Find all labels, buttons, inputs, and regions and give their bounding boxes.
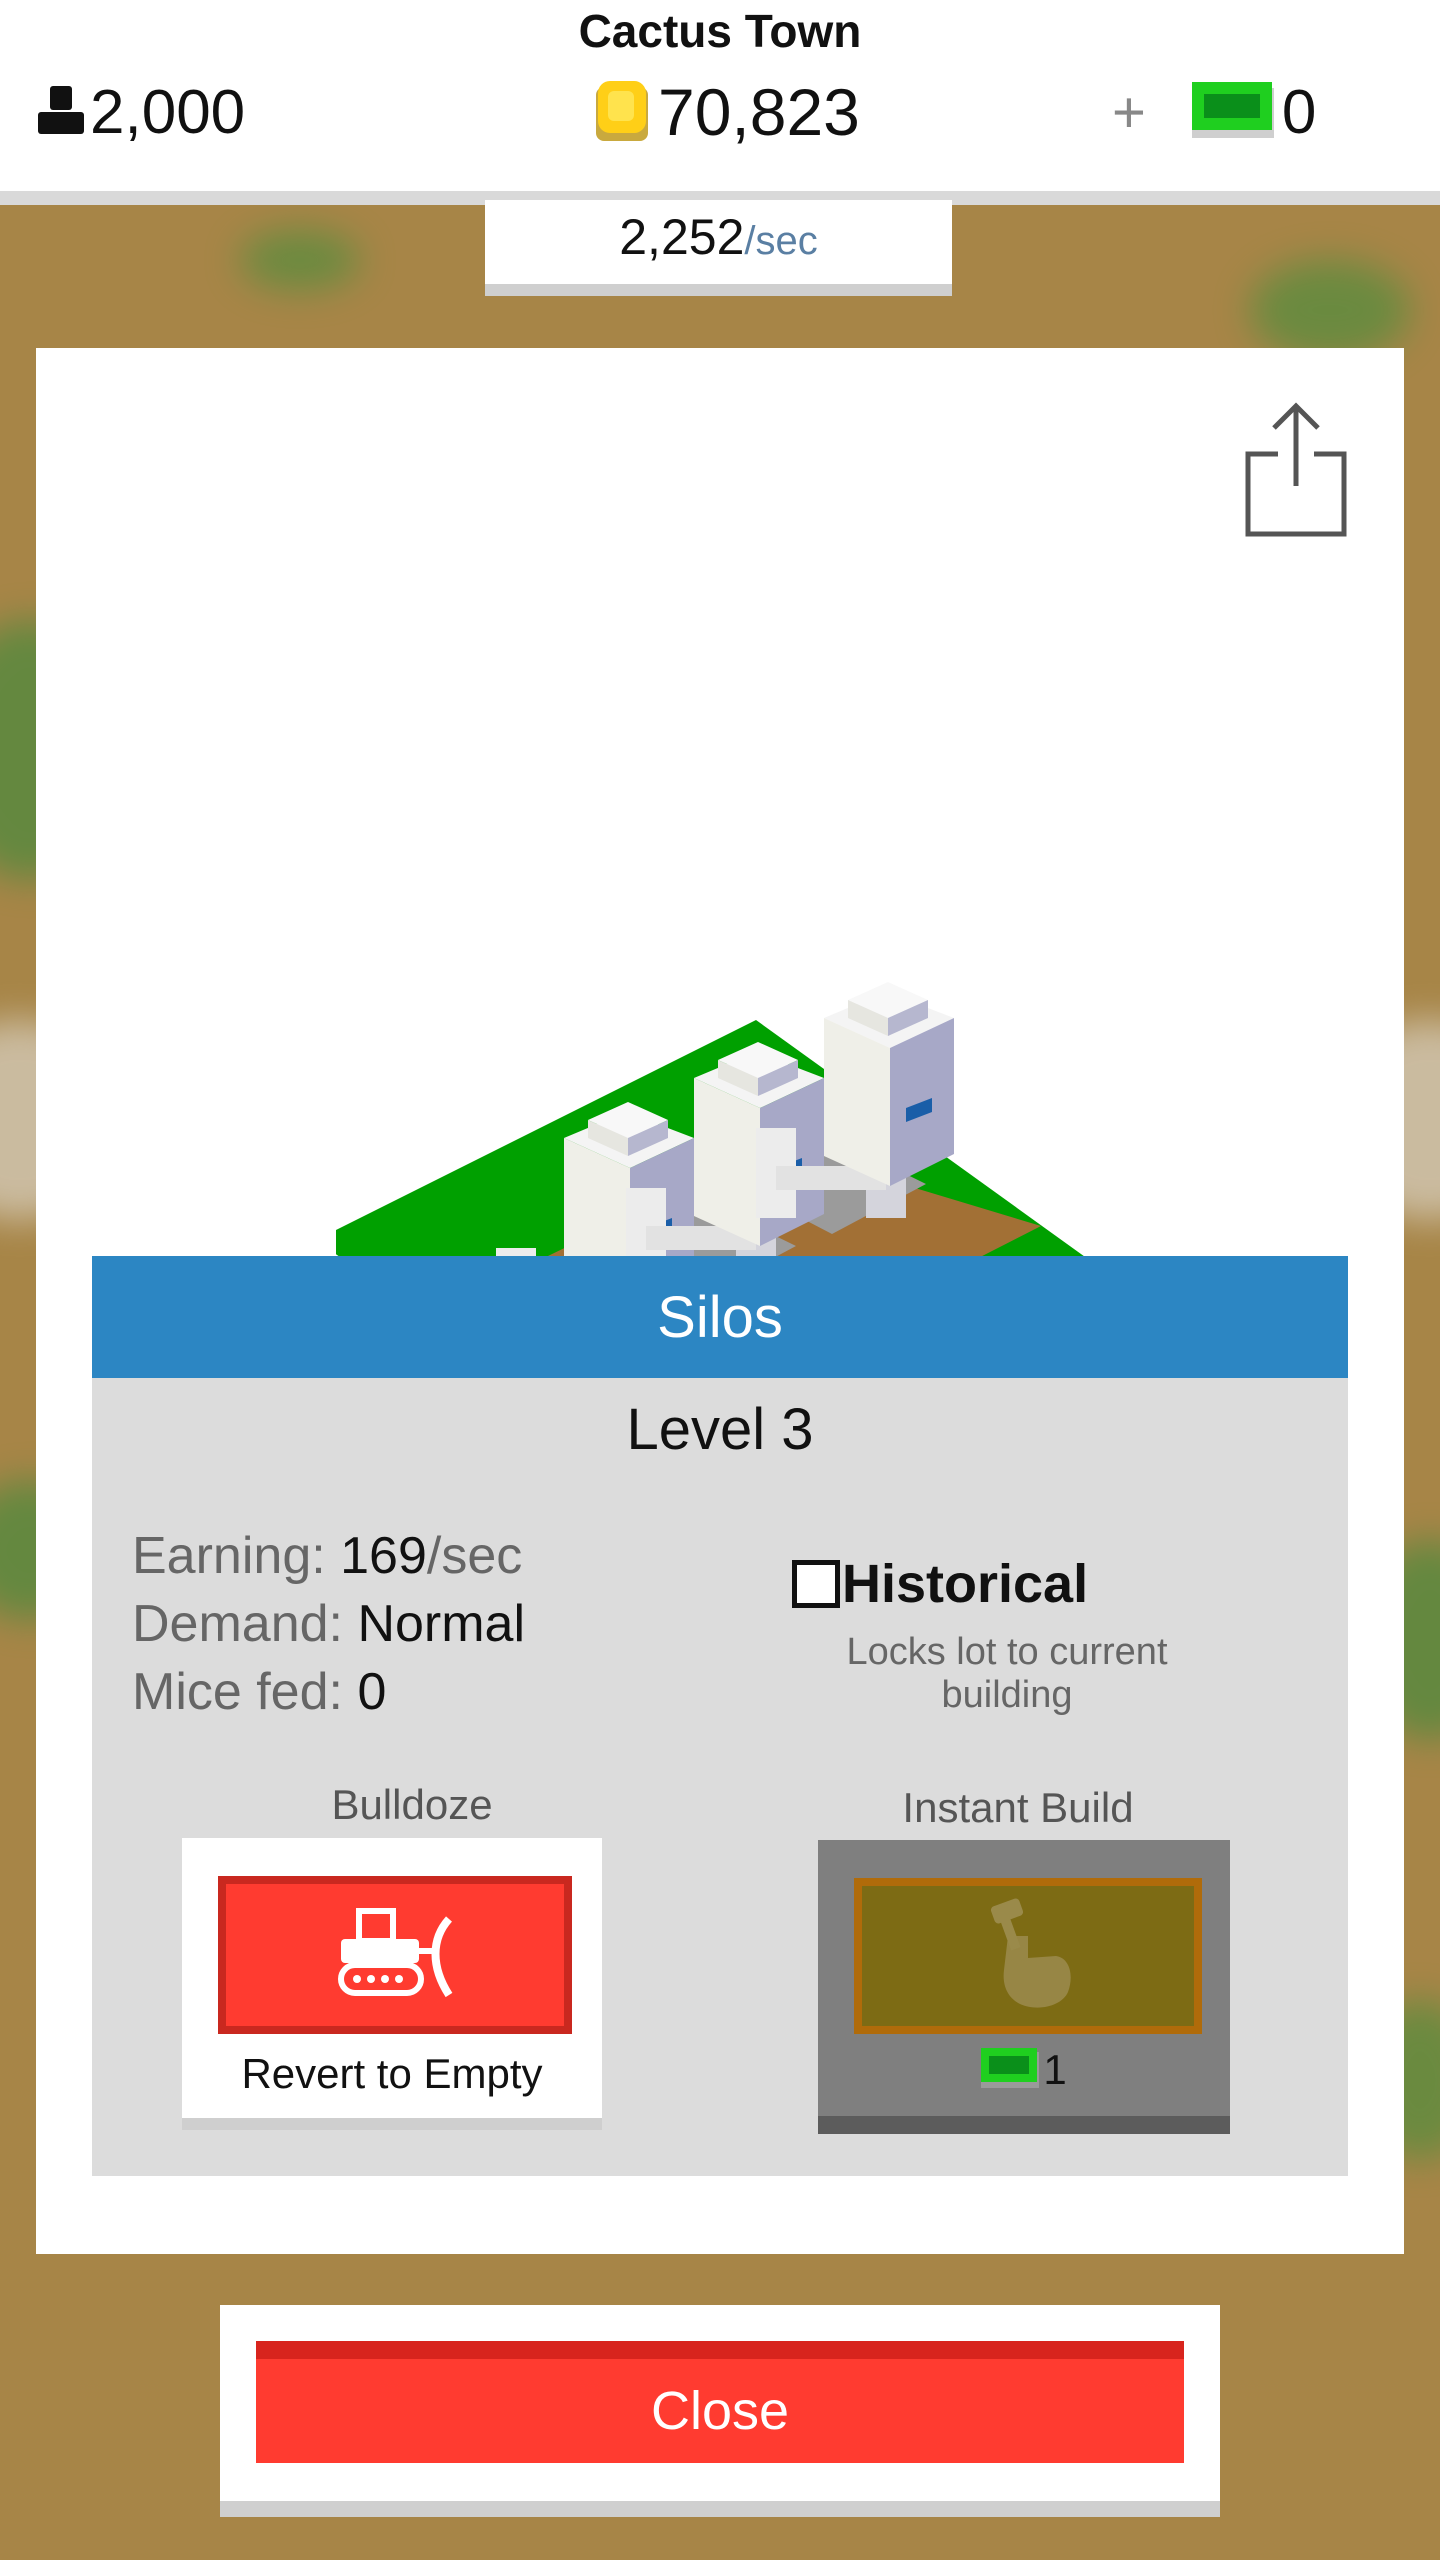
instant-build-cost-value: 1 xyxy=(1043,2046,1067,2093)
instant-build-button[interactable]: 1 xyxy=(818,1840,1230,2134)
close-button-frame: Close xyxy=(220,2305,1220,2517)
close-label: Close xyxy=(650,2381,790,2441)
cash-value: 0 xyxy=(1281,77,1317,147)
earning-unit: /sec xyxy=(426,1527,523,1585)
income-rate-tab: 2,252/sec xyxy=(485,200,952,296)
gold-coin-icon xyxy=(594,79,650,146)
town-name: Cactus Town xyxy=(578,5,862,57)
mice-fed-label: Mice fed: xyxy=(132,1663,343,1721)
historical-toggle[interactable]: Historical xyxy=(792,1553,1292,1615)
bulldoze-label: Revert to Empty xyxy=(241,2050,543,2097)
income-rate-value: 2,252 xyxy=(619,209,745,265)
mice-fed-stat: Mice fed: 0 xyxy=(132,1662,386,1722)
share-icon xyxy=(1244,402,1348,542)
coin-counter: 70,823 xyxy=(594,72,860,152)
demand-value: Normal xyxy=(357,1595,526,1653)
building-dialog: Silos Level 3 Earning: 169/sec Demand: N… xyxy=(36,348,1404,2254)
bulldoze-button-face[interactable] xyxy=(218,1876,572,2034)
instant-build-cost: 1 xyxy=(818,2046,1230,2094)
income-rate-unit: /sec xyxy=(744,219,818,263)
close-button[interactable]: Close xyxy=(256,2341,1184,2463)
population-counter: 2,000 xyxy=(38,72,245,152)
green-cash-icon xyxy=(981,2047,1040,2093)
hand-hammer-icon xyxy=(978,1896,1078,2017)
cash-counter[interactable]: + 0 xyxy=(1112,72,1316,152)
demand-label: Demand: xyxy=(132,1595,343,1653)
coin-value: 70,823 xyxy=(658,75,860,149)
bulldoze-caption: Bulldoze xyxy=(331,1781,493,1828)
earning-stat: Earning: 169/sec xyxy=(132,1526,522,1586)
instant-build-button-face[interactable] xyxy=(854,1878,1202,2034)
share-button[interactable] xyxy=(1244,398,1348,538)
historical-hint: Locks lot to current building xyxy=(846,1631,1168,1716)
demand-stat: Demand: Normal xyxy=(132,1594,525,1654)
historical-label: Historical xyxy=(842,1554,1089,1614)
building-title-bar: Silos xyxy=(92,1256,1348,1378)
person-icon xyxy=(38,85,84,139)
buy-cash-plus[interactable]: + xyxy=(1112,79,1146,146)
instant-build-caption: Instant Build xyxy=(902,1784,1134,1831)
population-value: 2,000 xyxy=(90,77,246,147)
earning-value: 169 xyxy=(340,1527,427,1585)
earning-label: Earning: xyxy=(132,1527,326,1585)
bulldoze-button[interactable]: Revert to Empty xyxy=(182,1838,602,2130)
building-name: Silos xyxy=(657,1284,783,1350)
green-cash-icon xyxy=(1191,81,1274,143)
building-info-panel: Silos Level 3 Earning: 169/sec Demand: N… xyxy=(92,1256,1348,2176)
historical-checkbox[interactable] xyxy=(792,1560,840,1608)
bulldozer-icon xyxy=(335,1905,455,2006)
building-level: Level 3 xyxy=(626,1397,814,1462)
mice-fed-value: 0 xyxy=(357,1663,387,1721)
historical-option: Historical Locks lot to current building xyxy=(792,1553,1292,1716)
